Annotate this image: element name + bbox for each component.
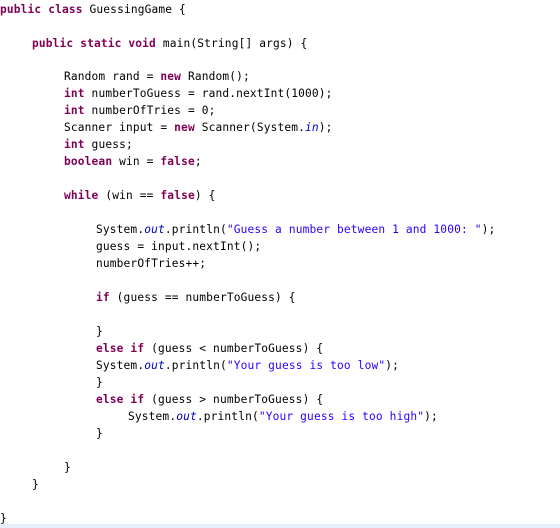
code-token: (win == bbox=[98, 189, 161, 202]
code-token: main(String[] args) { bbox=[155, 37, 308, 50]
static-field-token: in bbox=[305, 121, 319, 134]
code-line[interactable]: } bbox=[96, 425, 103, 442]
string-literal-token: "Guess a number between 1 and 1000: " bbox=[226, 223, 482, 236]
code-token: guess = input.nextInt(); bbox=[96, 240, 262, 253]
code-line[interactable]: } bbox=[64, 459, 71, 476]
keyword-token: public class bbox=[0, 3, 83, 16]
code-token: ; bbox=[194, 155, 202, 168]
code-line[interactable]: Random rand = new Random(); bbox=[64, 68, 250, 85]
code-line[interactable]: else if (guess < numberToGuess) { bbox=[96, 340, 323, 357]
keyword-token: false bbox=[160, 189, 195, 202]
keyword-token: if bbox=[96, 291, 110, 304]
code-line[interactable]: int guess; bbox=[64, 136, 133, 153]
static-field-token: out bbox=[144, 223, 165, 236]
code-token: numberToGuess = rand.nextInt(1000); bbox=[84, 87, 333, 100]
code-line[interactable]: System.out.println("Your guess is too lo… bbox=[96, 357, 399, 374]
editor-bottom-edge bbox=[0, 524, 560, 528]
keyword-token: int bbox=[64, 87, 85, 100]
code-token: win = bbox=[112, 155, 161, 168]
code-line[interactable]: public class GuessingGame { bbox=[0, 1, 186, 18]
keyword-token: false bbox=[160, 155, 195, 168]
code-token: numberOfTries++; bbox=[96, 257, 207, 270]
keyword-token: boolean bbox=[64, 155, 113, 168]
code-line[interactable]: if (guess == numberToGuess) { bbox=[96, 289, 296, 306]
code-token: } bbox=[32, 478, 39, 491]
code-token: Scanner input = bbox=[64, 121, 175, 134]
code-token: System. bbox=[96, 359, 145, 372]
static-field-token: out bbox=[176, 410, 197, 423]
code-token: GuessingGame { bbox=[82, 3, 186, 16]
code-token: (guess > numberToGuess) { bbox=[144, 393, 324, 406]
code-line[interactable]: numberOfTries++; bbox=[96, 255, 206, 272]
string-literal-token: "Your guess is too high" bbox=[258, 410, 425, 423]
code-line[interactable]: } bbox=[32, 476, 39, 493]
code-token: } bbox=[96, 376, 103, 389]
string-literal-token: "Your guess is too low" bbox=[226, 359, 386, 372]
code-token: ); bbox=[385, 359, 400, 372]
code-token: .println( bbox=[164, 359, 227, 372]
code-token: (guess == numberToGuess) { bbox=[109, 291, 296, 304]
code-line[interactable]: guess = input.nextInt(); bbox=[96, 238, 261, 255]
code-token: ); bbox=[424, 410, 438, 423]
keyword-token: int bbox=[64, 138, 85, 151]
code-line[interactable]: while (win == false) { bbox=[64, 187, 216, 204]
code-token: Scanner(System. bbox=[194, 121, 306, 134]
code-token: } bbox=[96, 427, 103, 440]
keyword-token: else if bbox=[96, 342, 145, 355]
keyword-token: new bbox=[174, 121, 195, 134]
keyword-token: public static void bbox=[32, 37, 156, 50]
code-token: Random(); bbox=[181, 70, 250, 83]
code-line[interactable]: } bbox=[96, 323, 103, 340]
code-line[interactable]: int numberOfTries = 0; bbox=[64, 102, 216, 119]
code-line[interactable]: Scanner input = new Scanner(System.in); bbox=[64, 119, 333, 136]
code-token: .println( bbox=[164, 223, 227, 236]
code-token: ) { bbox=[194, 189, 216, 202]
code-token: ); bbox=[318, 121, 333, 134]
code-line[interactable]: boolean win = false; bbox=[64, 153, 202, 170]
keyword-token: else if bbox=[96, 393, 145, 406]
code-token: Random rand = bbox=[64, 70, 161, 83]
code-token: } bbox=[64, 461, 71, 474]
code-line[interactable]: int numberToGuess = rand.nextInt(1000); bbox=[64, 85, 333, 102]
code-token: System. bbox=[96, 223, 145, 236]
code-token: (guess < numberToGuess) { bbox=[144, 342, 324, 355]
code-token: System. bbox=[128, 410, 177, 423]
static-field-token: out bbox=[144, 359, 165, 372]
keyword-token: new bbox=[160, 70, 182, 83]
code-editor[interactable]: public class GuessingGame { public static… bbox=[0, 0, 560, 528]
code-line[interactable]: System.out.println("Your guess is too hi… bbox=[128, 408, 438, 425]
code-token: .println( bbox=[196, 410, 259, 423]
code-token: } bbox=[96, 325, 103, 338]
keyword-token: while bbox=[64, 189, 99, 202]
code-token: ); bbox=[481, 223, 496, 236]
keyword-token: int bbox=[64, 104, 85, 117]
code-line[interactable]: else if (guess > numberToGuess) { bbox=[96, 391, 323, 408]
code-line[interactable]: public static void main(String[] args) { bbox=[32, 35, 307, 52]
code-token: guess; bbox=[84, 138, 133, 151]
code-token: numberOfTries = 0; bbox=[84, 104, 216, 117]
code-line[interactable]: System.out.println("Guess a number betwe… bbox=[96, 221, 495, 238]
code-line[interactable]: } bbox=[96, 374, 103, 391]
